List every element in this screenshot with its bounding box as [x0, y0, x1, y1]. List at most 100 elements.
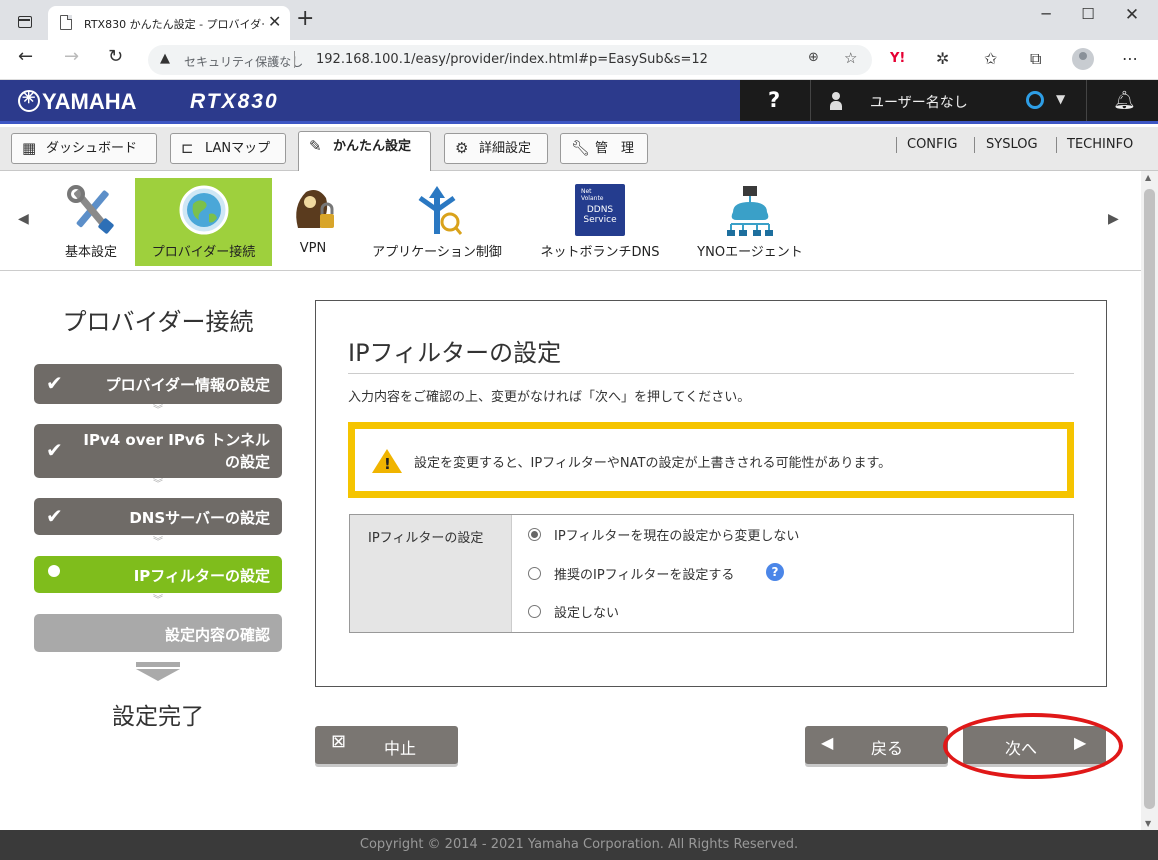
nav-separator: [974, 137, 975, 153]
ip-filter-options: IPフィルターの設定 IPフィルターを現在の設定から変更しない 推奨のIPフィル…: [349, 514, 1074, 633]
config-link[interactable]: CONFIG: [907, 137, 957, 152]
ddns-service-icon: Net Volante DDNS Service: [575, 184, 625, 236]
tab-close-icon[interactable]: ✕: [268, 12, 281, 31]
done-label: 設定完了: [112, 704, 204, 730]
maximize-icon[interactable]: ☐: [1068, 5, 1108, 23]
main-nav: ▦ ダッシュボード ⊏ LANマップ ✎ かんたん設定 ⚙ 詳細設定 🔧︎ 管 理 CON…: [0, 127, 1158, 171]
step-dns-server[interactable]: ✔ DNSサーバーの設定: [34, 498, 282, 535]
step-ipv4-over-ipv6[interactable]: ✔ IPv4 over IPv6 トンネル の設定: [34, 424, 282, 478]
carousel-label: ネットボランチDNS: [540, 245, 660, 260]
annotation-circle: [943, 713, 1123, 779]
easy-setup-label: かんたん設定: [333, 139, 412, 154]
techinfo-link[interactable]: TECHINFO: [1067, 137, 1133, 152]
settings-panel: IPフィルターの設定 入力内容をご確認の上、変更がなければ「次へ」を押してくださ…: [315, 300, 1107, 687]
warning-box: 設定を変更すると、IPフィルターやNATの設定が上書きされる可能性があります。: [348, 422, 1074, 498]
yahoo-extension-icon[interactable]: Y!: [890, 51, 905, 66]
model-name: RTX830: [190, 90, 279, 113]
browser-titlebar: RTX830 かんたん設定 - プロバイダー接続 ✕ + ─ ☐ ✕: [0, 0, 1158, 40]
carousel-item-vpn[interactable]: VPN: [282, 178, 344, 266]
warning-triangle-icon: [372, 449, 402, 473]
help-icon[interactable]: ?: [768, 88, 780, 112]
url-text[interactable]: 192.168.100.1/easy/provider/index.html#p…: [316, 52, 708, 67]
zoom-icon[interactable]: ⊕: [808, 50, 819, 65]
help-icon[interactable]: ?: [766, 563, 784, 581]
option-label[interactable]: 推奨のIPフィルターを設定する: [554, 564, 734, 583]
cancel-button[interactable]: ⊠ 中止: [315, 726, 458, 764]
reload-icon[interactable]: ↻: [108, 46, 123, 67]
bell-icon[interactable]: 🔔︎: [1113, 90, 1136, 111]
status-indicator-icon[interactable]: [1026, 91, 1044, 109]
tuning-fork-emblem-icon: [18, 88, 40, 112]
chevron-left-icon: ◀: [821, 733, 834, 752]
easy-setup-carousel: ◀ 基本設定 プロバイダー接続 VPN アプリケーション制御 Net Volan…: [0, 171, 1141, 271]
chevron-down-icon[interactable]: ▼: [1056, 92, 1065, 106]
minimize-icon[interactable]: ─: [1026, 5, 1066, 23]
step-chevron-icon: ︾: [153, 405, 163, 416]
carousel-label: YNOエージェント: [697, 245, 803, 260]
gear-icon: ⚙: [455, 139, 469, 157]
ddns-badge-line: DDNS: [586, 205, 614, 215]
new-tab-icon[interactable]: +: [296, 6, 314, 31]
carousel-item-provider[interactable]: プロバイダー接続: [135, 178, 272, 266]
step-provider-info[interactable]: ✔ プロバイダー情報の設定: [34, 364, 282, 404]
url-separator: [294, 51, 295, 68]
toolbar-divider: [810, 80, 811, 121]
radio-selected[interactable]: [528, 528, 541, 541]
tab-title: RTX830 かんたん設定 - プロバイダー接続: [84, 18, 264, 31]
check-icon: ✔: [46, 438, 63, 462]
user-name[interactable]: ユーザー名なし: [870, 92, 968, 112]
more-menu-icon[interactable]: ⋯: [1122, 49, 1138, 68]
carousel-item-basic[interactable]: 基本設定: [56, 178, 126, 266]
radio-unselected[interactable]: [528, 605, 541, 618]
lan-map-button[interactable]: ⊏ LANマップ: [170, 133, 286, 164]
step-label: プロバイダー情報の設定: [105, 376, 270, 394]
easy-setup-tab[interactable]: ✎ かんたん設定: [298, 131, 431, 171]
scroll-up-icon[interactable]: ▲: [1145, 173, 1151, 182]
page-scrollbar[interactable]: ▲ ▼: [1141, 171, 1158, 830]
carousel-item-app-control[interactable]: アプリケーション制御: [362, 178, 512, 266]
management-button[interactable]: 🔧︎ 管 理: [560, 133, 648, 164]
step-label: 設定内容の確認: [164, 626, 270, 644]
page-footer: Copyright © 2014 - 2021 Yamaha Corporati…: [0, 830, 1158, 860]
profile-avatar[interactable]: [1072, 48, 1094, 70]
forward-icon[interactable]: →: [64, 46, 79, 67]
step-confirm: 設定内容の確認: [34, 614, 282, 652]
radio-unselected[interactable]: [528, 567, 541, 580]
carousel-label: VPN: [299, 241, 327, 256]
url-input[interactable]: ▲ セキュリティ保護なし 192.168.100.1/easy/provider…: [148, 45, 872, 75]
collections-icon[interactable]: ⧉: [1030, 49, 1041, 69]
back-button[interactable]: ◀ 戻る: [805, 726, 948, 764]
nav-separator: [1056, 137, 1057, 153]
dashboard-button[interactable]: ▦ ダッシュボード: [11, 133, 157, 164]
tab-actions-button[interactable]: [12, 10, 36, 32]
option-label[interactable]: IPフィルターを現在の設定から変更しない: [554, 525, 799, 544]
security-label[interactable]: セキュリティ保護なし: [184, 53, 303, 70]
scroll-down-icon[interactable]: ▼: [1145, 819, 1151, 828]
browser-tab[interactable]: RTX830 かんたん設定 - プロバイダー接続 ✕: [48, 6, 290, 40]
carousel-prev-icon[interactable]: ◀: [18, 211, 29, 227]
step-chevron-icon: ︾: [153, 595, 163, 606]
carousel-next-icon[interactable]: ▶: [1108, 211, 1119, 227]
add-favorite-icon[interactable]: ☆: [844, 49, 857, 67]
ddns-badge-line: Volante: [581, 195, 604, 202]
window-close-icon[interactable]: ✕: [1112, 5, 1152, 25]
step-ip-filter: IPフィルターの設定: [34, 556, 282, 593]
carousel-item-yno-agent[interactable]: YNOエージェント: [688, 178, 812, 266]
carousel-item-netvolante-dns[interactable]: Net Volante DDNS Service ネットボランチDNS: [530, 178, 670, 266]
advanced-settings-label: 詳細設定: [479, 141, 532, 156]
field-label-cell: IPフィルターの設定: [350, 515, 512, 632]
back-label: 戻る: [871, 739, 904, 758]
favorites-icon[interactable]: ✩: [984, 49, 997, 68]
wand-icon: ✎: [309, 137, 322, 155]
syslog-link[interactable]: SYSLOG: [986, 137, 1038, 152]
back-icon[interactable]: ←: [18, 46, 33, 67]
warning-icon[interactable]: ▲: [160, 51, 170, 66]
extensions-icon[interactable]: ✲: [936, 49, 949, 68]
scrollbar-thumb[interactable]: [1144, 189, 1155, 809]
advanced-settings-button[interactable]: ⚙ 詳細設定: [444, 133, 548, 164]
lan-map-label: LANマップ: [205, 141, 271, 156]
yamaha-logo: YAMAHA: [18, 88, 137, 115]
sidebar-icon: [18, 16, 32, 28]
step-label: の設定: [224, 453, 270, 471]
option-label[interactable]: 設定しない: [554, 602, 619, 621]
